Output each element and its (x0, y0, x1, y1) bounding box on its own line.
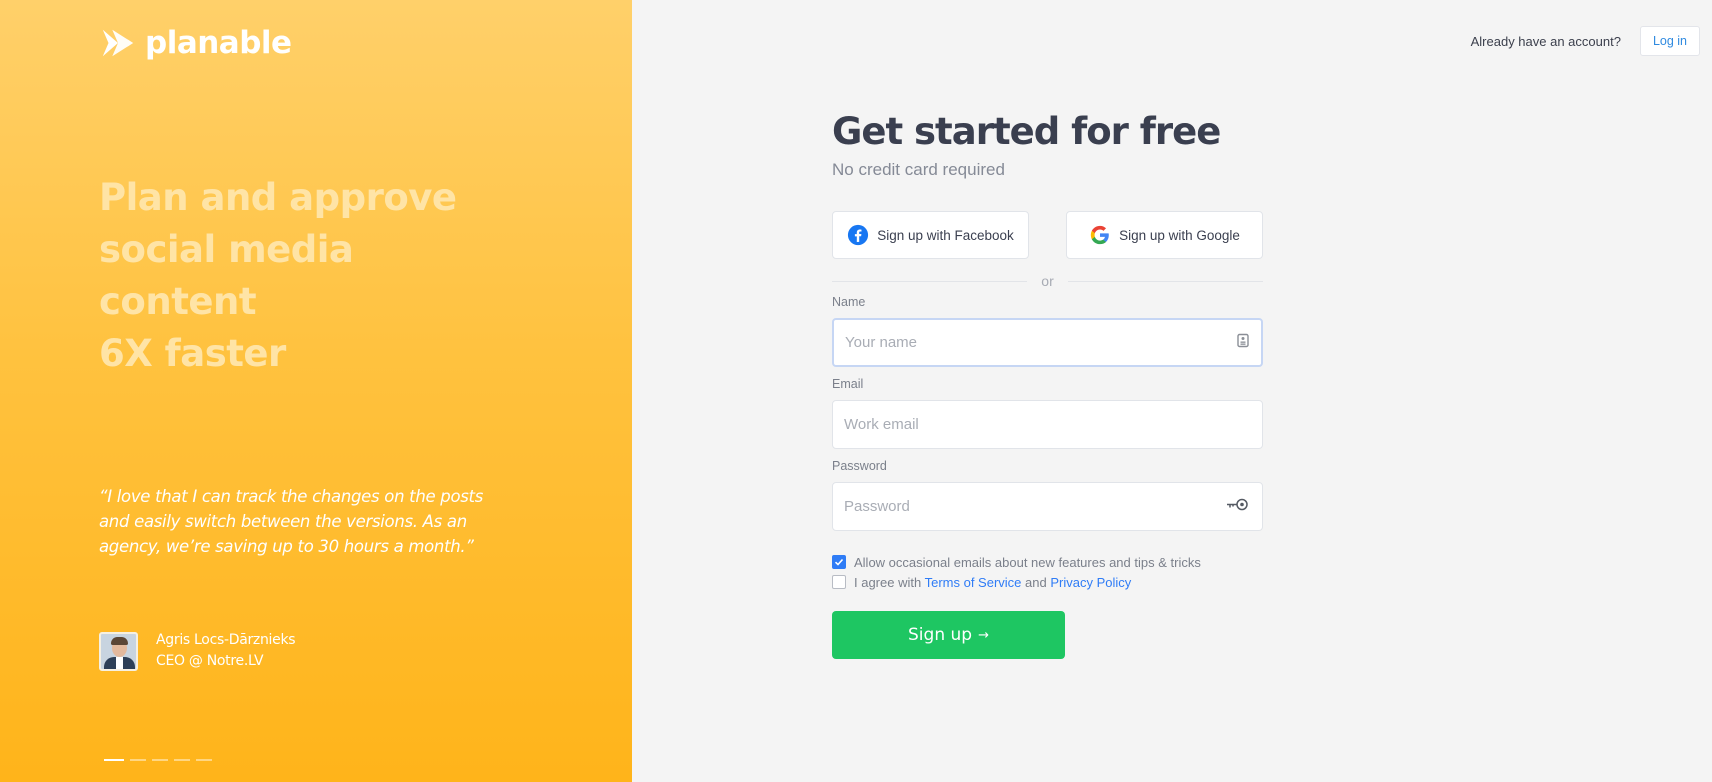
carousel-dot[interactable] (104, 759, 124, 761)
signup-label: Sign up (908, 625, 973, 645)
agree-prefix: I agree with (854, 574, 922, 590)
headline-line: Plan and approve (99, 176, 457, 219)
already-have-account-text: Already have an account? (1470, 33, 1621, 49)
emails-opt-in-row: Allow occasional emails about new featur… (832, 552, 1263, 572)
signup-button[interactable]: Sign up → (832, 611, 1065, 659)
email-field (832, 400, 1263, 449)
planable-logo-icon (102, 29, 134, 57)
login-button[interactable]: Log in (1639, 26, 1700, 56)
facebook-signup-button[interactable]: Sign up with Facebook (832, 211, 1029, 259)
brand-logo[interactable]: planable (99, 24, 292, 62)
carousel-dot[interactable] (152, 759, 168, 761)
arrow-right-icon: → (978, 627, 989, 643)
brand-name: planable (145, 25, 292, 61)
social-signup: Sign up with Facebook Sign up with Googl… (832, 211, 1263, 259)
consent-checkboxes: Allow occasional emails about new featur… (832, 552, 1263, 592)
terms-of-service-link[interactable]: Terms of Service (925, 575, 1022, 590)
facebook-icon (848, 224, 869, 246)
facebook-signup-label: Sign up with Facebook (877, 227, 1014, 243)
name-label: Name (832, 295, 866, 309)
page-subtitle: No credit card required (832, 160, 1005, 179)
name-input[interactable] (834, 320, 1261, 365)
headline-line: social media content (99, 228, 354, 323)
terms-agree-checkbox[interactable] (832, 575, 846, 589)
hero-panel: planable Plan and approve social media c… (0, 0, 632, 782)
google-signup-button[interactable]: Sign up with Google (1066, 211, 1263, 259)
name-field (832, 318, 1263, 367)
carousel-dot[interactable] (174, 759, 190, 761)
hero-headline: Plan and approve social media content 6X… (99, 172, 519, 380)
testimonial-author: Agris Locs-Dārznieks CEO @ Notre.LV (99, 630, 296, 672)
or-text: or (1041, 273, 1054, 289)
author-name: Agris Locs-Dārznieks (156, 632, 296, 648)
checkmark-icon (834, 558, 844, 566)
password-label: Password (832, 459, 887, 473)
emails-opt-in-label: Allow occasional emails about new featur… (854, 554, 1201, 570)
terms-agree-label: I agree with Terms of Service and Privac… (854, 575, 1131, 590)
carousel-pagination (104, 759, 212, 761)
google-signup-label: Sign up with Google (1119, 227, 1240, 243)
author-role: CEO @ Notre.LV (156, 653, 264, 669)
or-divider: or (832, 273, 1264, 289)
email-input[interactable] (833, 401, 1262, 448)
emails-opt-in-checkbox[interactable] (832, 555, 846, 569)
headline-line: 6X faster (99, 332, 286, 375)
page-title: Get started for free (832, 110, 1221, 153)
carousel-dot[interactable] (196, 759, 212, 761)
agree-and: and (1025, 574, 1047, 590)
contact-card-icon[interactable] (1237, 333, 1249, 352)
privacy-policy-link[interactable]: Privacy Policy (1050, 575, 1131, 590)
avatar (99, 631, 138, 671)
login-prompt: Already have an account? Log in (1471, 26, 1700, 56)
carousel-dot[interactable] (130, 759, 146, 761)
password-field (832, 482, 1263, 531)
email-label: Email (832, 377, 864, 391)
password-key-icon[interactable] (1226, 496, 1250, 517)
signup-form: Get started for free No credit card requ… (832, 110, 1264, 659)
testimonial-quote: “I love that I can track the changes on … (99, 487, 484, 556)
password-input[interactable] (833, 483, 1262, 530)
terms-agree-row: I agree with Terms of Service and Privac… (832, 572, 1263, 592)
google-icon (1090, 225, 1109, 245)
